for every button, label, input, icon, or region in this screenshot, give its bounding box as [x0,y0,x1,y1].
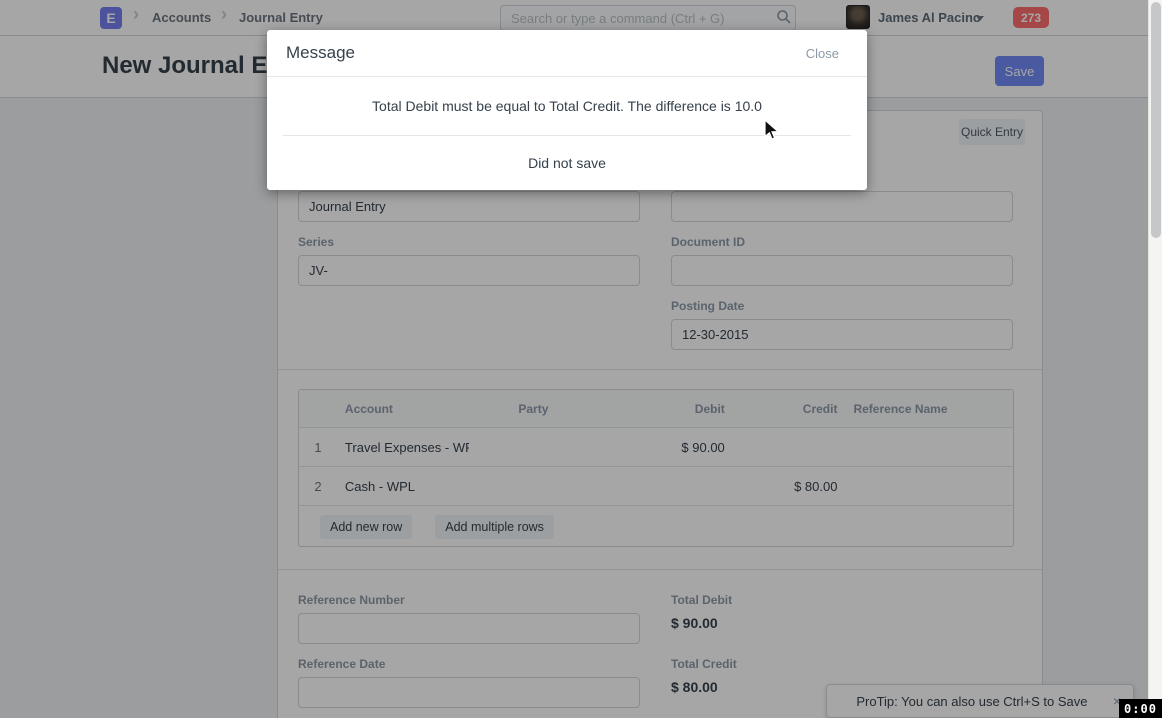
modal-title: Message [286,43,355,63]
recording-timer: 0:00 [1119,699,1162,718]
app-window: E › Accounts › Journal Entry James Al Pa… [0,0,1162,718]
message-dialog: Message Close Total Debit must be equal … [267,30,867,190]
page-scrollbar[interactable] [1148,0,1162,718]
modal-close-button[interactable]: Close [806,46,839,61]
modal-footer-text: Did not save [267,136,867,189]
modal-header: Message Close [267,30,867,77]
modal-message: Total Debit must be equal to Total Credi… [267,77,867,135]
scrollbar-thumb[interactable] [1151,2,1161,238]
